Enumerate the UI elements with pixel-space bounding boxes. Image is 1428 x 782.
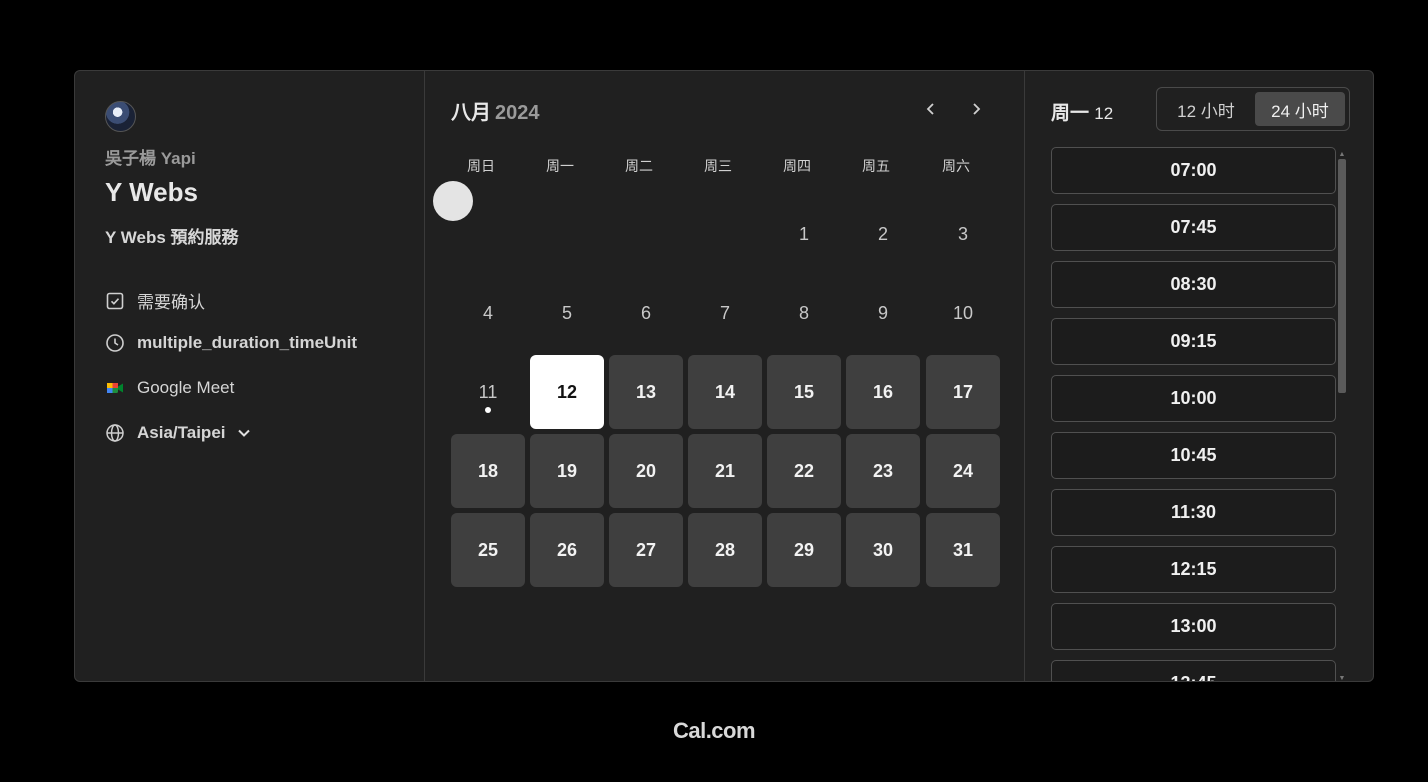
calendar-day[interactable]: 15 bbox=[767, 355, 841, 429]
calendar-day[interactable]: 21 bbox=[688, 434, 762, 508]
scrollbar-thumb[interactable] bbox=[1338, 159, 1346, 393]
calendar-day: 9 bbox=[877, 302, 888, 323]
time-slot-button[interactable]: 13:45 bbox=[1051, 660, 1336, 681]
calendar-day: 7 bbox=[719, 302, 730, 323]
weekday-header: 周一 bbox=[546, 158, 574, 174]
calendar-day: 8 bbox=[798, 302, 809, 323]
calendar-day: 10 bbox=[952, 302, 974, 323]
checkbox-icon bbox=[106, 292, 124, 309]
requires-confirmation: 需要确认 bbox=[105, 288, 205, 313]
weekday-header: 周六 bbox=[942, 158, 970, 174]
time-slot-button[interactable]: 07:00 bbox=[1051, 147, 1336, 194]
calendar-day[interactable]: 24 bbox=[926, 434, 1000, 508]
event-subtitle: Y Webs 預約服務 bbox=[105, 228, 239, 247]
time-slot-button[interactable]: 08:30 bbox=[1051, 261, 1336, 308]
calendar-day: 1 bbox=[798, 223, 809, 244]
booking-card: 吳子楊 Yapi Y Webs Y Webs 預約服務 需要确认 multipl… bbox=[74, 70, 1374, 682]
selected-day-number: 12 bbox=[1094, 104, 1114, 123]
calendar-day[interactable]: 14 bbox=[688, 355, 762, 429]
weekday-header: 周三 bbox=[704, 158, 732, 174]
calendar-day[interactable]: 31 bbox=[926, 513, 1000, 587]
duration-info: multiple_duration_timeUnit bbox=[105, 333, 357, 353]
calendar-day[interactable]: 27 bbox=[609, 513, 683, 587]
calendar-day: 5 bbox=[561, 302, 572, 323]
calendar-day[interactable]: 18 bbox=[451, 434, 525, 508]
event-info-panel: 吳子楊 Yapi Y Webs Y Webs 預約服務 需要确认 multipl… bbox=[75, 71, 425, 681]
weekday-header: 周日 bbox=[467, 158, 495, 174]
year-label: 2024 bbox=[495, 102, 540, 124]
host-name: 吳子楊 Yapi bbox=[105, 149, 196, 168]
location-info: Google Meet bbox=[105, 378, 234, 398]
google-meet-icon bbox=[107, 383, 123, 393]
chevron-left-icon bbox=[926, 103, 934, 115]
calendar-day[interactable]: 30 bbox=[846, 513, 920, 587]
weekday-header: 周五 bbox=[862, 158, 890, 174]
timezone-label: Asia/Taipei bbox=[137, 423, 226, 442]
brand-footer: Cal.com bbox=[672, 718, 756, 743]
time-slot-button[interactable]: 12:15 bbox=[1051, 546, 1336, 593]
time-slot-button[interactable]: 09:15 bbox=[1051, 318, 1336, 365]
time-format-toggle: 12 小时 24 小时 bbox=[1156, 87, 1350, 131]
format-12h-button[interactable]: 12 小时 bbox=[1161, 92, 1251, 126]
time-slot-button[interactable]: 13:00 bbox=[1051, 603, 1336, 650]
time-slot-button[interactable]: 07:45 bbox=[1051, 204, 1336, 251]
slot-list: 07:00 07:45 08:30 09:15 10:00 10:45 11:30 12:15… bbox=[1051, 147, 1336, 681]
calendar-day[interactable]: 29 bbox=[767, 513, 841, 587]
calendar-day[interactable]: 19 bbox=[530, 434, 604, 508]
calendar-panel: 八月 2024 周日 周一 周二 周三 周四 周五 周六 1 2 3 4 5 6 7 8 9 10 11 12 13 14… bbox=[425, 71, 1025, 681]
scroll-up-arrow-icon[interactable]: ▲ bbox=[1338, 151, 1346, 159]
calendar-day[interactable]: 23 bbox=[846, 434, 920, 508]
globe-icon bbox=[106, 424, 124, 442]
calendar-day: 3 bbox=[957, 223, 968, 244]
timezone-select[interactable]: Asia/Taipei bbox=[105, 423, 254, 443]
calendar-day: 6 bbox=[640, 302, 651, 323]
time-slot-button[interactable]: 11:30 bbox=[1051, 489, 1336, 536]
scroll-down-arrow-icon[interactable]: ▼ bbox=[1338, 675, 1346, 681]
month-heading: 八月 2024 bbox=[451, 96, 540, 125]
requires-confirmation-label: 需要确认 bbox=[137, 293, 205, 312]
calendar-day: 11 bbox=[478, 381, 498, 402]
time-slot-button[interactable]: 10:00 bbox=[1051, 375, 1336, 422]
calendar-day: 2 bbox=[877, 223, 888, 244]
calendar-day[interactable]: 26 bbox=[530, 513, 604, 587]
format-24h-button[interactable]: 24 小时 bbox=[1255, 92, 1345, 126]
duration-label: multiple_duration_timeUnit bbox=[137, 333, 358, 352]
today-indicator bbox=[485, 407, 491, 413]
chevron-right-icon bbox=[973, 103, 981, 115]
time-slot-button[interactable]: 10:45 bbox=[1051, 432, 1336, 479]
calendar-day[interactable]: 20 bbox=[609, 434, 683, 508]
avatar bbox=[105, 101, 136, 132]
prev-month-button[interactable] bbox=[917, 95, 945, 123]
calendar-day[interactable]: 13 bbox=[609, 355, 683, 429]
calendar-day[interactable]: 12 bbox=[530, 355, 604, 429]
chevron-down-icon bbox=[237, 429, 250, 437]
calendar-day[interactable]: 22 bbox=[767, 434, 841, 508]
cursor-indicator bbox=[433, 181, 473, 221]
selected-day-label: 周一 12 bbox=[1051, 98, 1113, 125]
clock-icon bbox=[106, 334, 124, 352]
calendar-day[interactable]: 25 bbox=[451, 513, 525, 587]
month-label: 八月 bbox=[451, 102, 491, 124]
calendar-day: 4 bbox=[482, 302, 493, 323]
calendar-day[interactable]: 17 bbox=[926, 355, 1000, 429]
calendar-day[interactable]: 28 bbox=[688, 513, 762, 587]
next-month-button[interactable] bbox=[962, 95, 990, 123]
weekday-header: 周二 bbox=[625, 158, 653, 174]
location-label: Google Meet bbox=[137, 378, 235, 397]
selected-weekday: 周一 bbox=[1051, 103, 1090, 124]
calendar-day[interactable]: 16 bbox=[846, 355, 920, 429]
slots-scrollbar[interactable]: ▲ ▼ bbox=[1338, 151, 1346, 681]
time-slots-panel: 周一 12 12 小时 24 小时 07:00 07:45 08:30 09:15 10… bbox=[1025, 71, 1373, 681]
weekday-header: 周四 bbox=[783, 158, 811, 174]
event-title: Y Webs bbox=[105, 177, 198, 207]
